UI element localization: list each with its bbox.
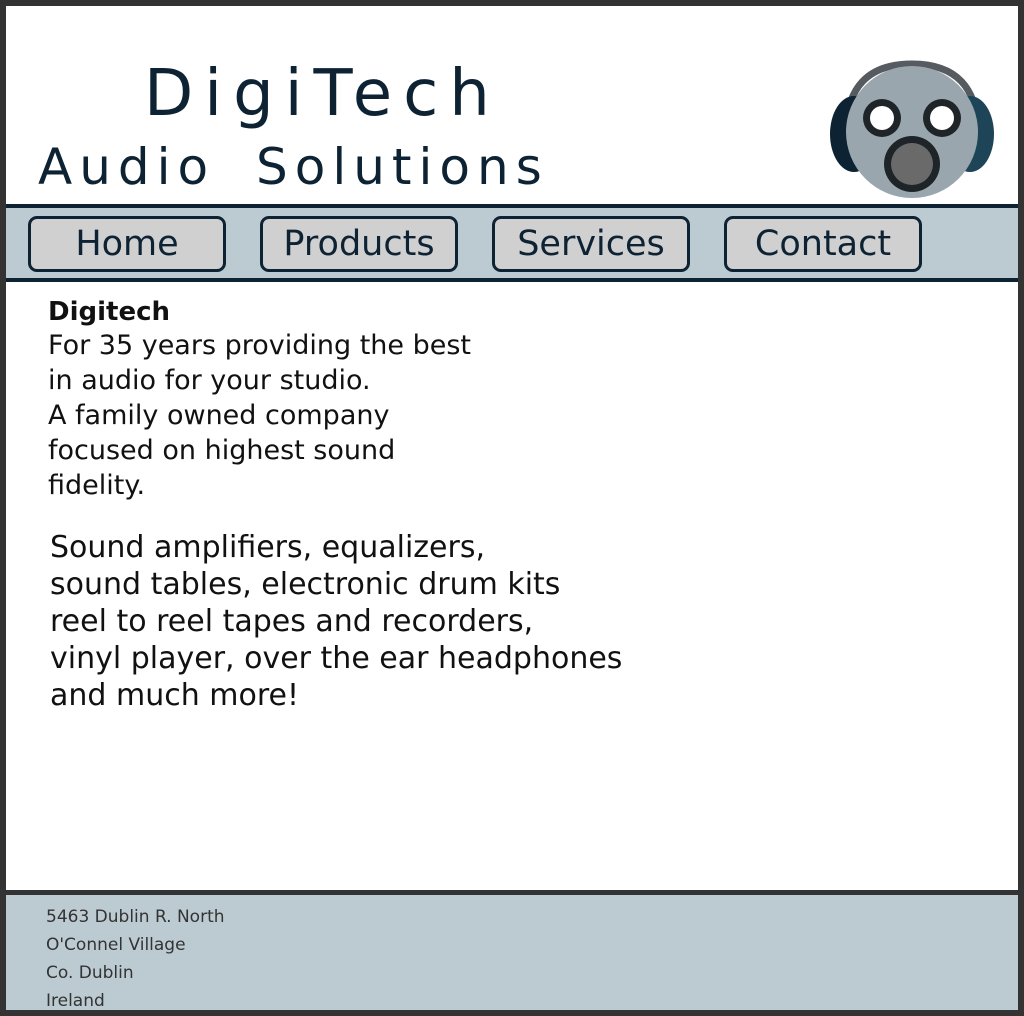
intro-line: A family owned company xyxy=(48,400,390,431)
footer: 5463 Dublin R. North O'Connel Village Co… xyxy=(6,890,1018,1010)
intro-line: fidelity. xyxy=(48,470,146,501)
nav-home-button[interactable]: Home xyxy=(28,216,226,272)
intro-line: For 35 years providing the best xyxy=(48,330,472,361)
main-nav: Home Products Services Contact xyxy=(6,204,1018,282)
product-line: and much more! xyxy=(50,678,299,713)
nav-services-button[interactable]: Services xyxy=(492,216,690,272)
intro-line: in audio for your studio. xyxy=(48,365,371,396)
products-section: Sound amplifiers, equalizers, sound tabl… xyxy=(50,529,670,714)
intro-section: Digitech For 35 years providing the best… xyxy=(48,296,608,503)
product-line: reel to reel tapes and recorders, xyxy=(50,604,534,639)
intro-line: focused on highest sound xyxy=(48,435,396,466)
product-line: vinyl player, over the ear headphones xyxy=(50,641,623,676)
intro-heading: Digitech xyxy=(48,297,171,327)
product-line: Sound amplifiers, equalizers, xyxy=(50,530,485,565)
headphones-face-icon xyxy=(830,60,994,198)
footer-address-line: Ireland xyxy=(46,991,105,1011)
brand-subtitle: Audio Solutions xyxy=(38,138,549,196)
product-line: sound tables, electronic drum kits xyxy=(50,567,561,602)
page-frame: DigiTech Audio Solutions Home Products S… xyxy=(0,0,1024,1016)
nav-products-button[interactable]: Products xyxy=(260,216,458,272)
footer-address-line: Co. Dublin xyxy=(46,963,134,983)
footer-address-line: O'Connel Village xyxy=(46,935,186,955)
brand-title: DigiTech xyxy=(144,57,501,131)
footer-address-line: 5463 Dublin R. North xyxy=(46,907,225,927)
nav-contact-button[interactable]: Contact xyxy=(724,216,922,272)
